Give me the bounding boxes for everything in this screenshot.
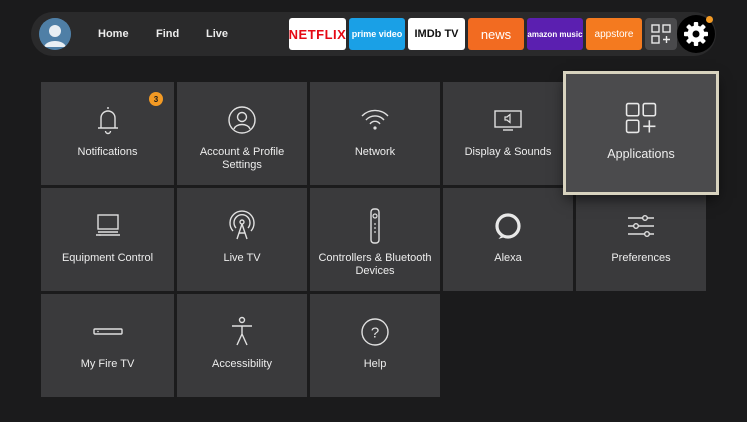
tile-my-fire-tv-label: My Fire TV (80, 358, 135, 370)
tile-help-label: Help (363, 358, 387, 370)
app-amazon-music-label: amazon music (527, 29, 583, 39)
tv-speaker-icon (494, 110, 522, 131)
app-prime-video-label: prime video (351, 29, 403, 39)
tile-network-label: Network (354, 146, 396, 158)
tile-notifications-label: Notifications (77, 146, 138, 158)
fire-tv-device-icon (92, 328, 123, 335)
sliders-icon (628, 214, 654, 238)
nav-find[interactable]: Find (156, 12, 179, 56)
tile-live-tv[interactable]: Live TV (177, 188, 307, 291)
tile-accessibility[interactable]: Accessibility (177, 294, 307, 397)
tile-accessibility-label: Accessibility (212, 358, 272, 370)
app-prime-video[interactable]: prime video (349, 18, 405, 50)
tile-display-sounds[interactable]: Display & Sounds (443, 82, 573, 185)
tile-alexa-label: Alexa (494, 252, 522, 264)
tile-account-profile-settings[interactable]: Account & Profile Settings (177, 82, 307, 185)
user-icon (39, 18, 71, 50)
broadcast-tower-icon (229, 210, 255, 240)
app-appstore-label: appstore (594, 28, 634, 40)
tile-display-sounds-label: Display & Sounds (464, 146, 552, 158)
app-amazon-music[interactable]: amazon music (527, 18, 583, 50)
user-circle-icon (228, 106, 256, 134)
tile-alexa[interactable]: Alexa (443, 188, 573, 291)
help-icon: ? (361, 318, 389, 346)
tile-help[interactable]: ? Help (310, 294, 440, 397)
profile-avatar[interactable] (39, 18, 71, 50)
tile-preferences[interactable]: Preferences (576, 188, 706, 291)
alexa-icon (495, 213, 521, 239)
bell-icon (97, 107, 118, 135)
top-navigation-bar: Home Find Live NETFLIX prime video IMDb … (31, 12, 716, 56)
applications-grid-icon (625, 102, 657, 134)
wifi-icon (361, 109, 389, 130)
all-apps-button[interactable] (645, 18, 677, 50)
nav-live[interactable]: Live (206, 12, 228, 56)
tile-controllers-bluetooth-label: Controllers & Bluetooth Devices (318, 252, 432, 277)
tile-equipment-control[interactable]: Equipment Control (41, 188, 174, 291)
app-news[interactable]: news (468, 18, 524, 50)
monitor-icon (95, 214, 120, 236)
nav-home[interactable]: Home (98, 12, 129, 56)
tile-notifications[interactable]: 3 Notifications (41, 82, 174, 185)
accessibility-icon (232, 316, 252, 346)
tile-my-fire-tv[interactable]: My Fire TV (41, 294, 174, 397)
app-news-label: news (480, 26, 512, 42)
settings-alert-dot (706, 16, 713, 23)
tile-equipment-control-label: Equipment Control (61, 252, 154, 264)
app-netflix-label: NETFLIX (289, 26, 346, 42)
tile-account-profile-settings-label: Account & Profile Settings (199, 146, 285, 171)
app-imdb-tv[interactable]: IMDb TV (408, 18, 465, 50)
app-appstore[interactable]: appstore (586, 18, 642, 50)
tile-applications-label: Applications (607, 147, 675, 161)
tile-preferences-label: Preferences (611, 252, 671, 264)
tile-applications[interactable]: Applications (566, 74, 716, 192)
tile-network[interactable]: Network (310, 82, 440, 185)
apps-grid-icon (651, 24, 671, 44)
app-imdb-tv-label: IMDb TV (414, 28, 459, 40)
notification-count-badge: 3 (149, 92, 163, 106)
svg-text:?: ? (371, 325, 379, 342)
remote-icon (370, 208, 380, 244)
tile-live-tv-label: Live TV (223, 252, 261, 264)
tile-controllers-bluetooth[interactable]: Controllers & Bluetooth Devices (310, 188, 440, 291)
app-netflix[interactable]: NETFLIX (289, 18, 346, 50)
